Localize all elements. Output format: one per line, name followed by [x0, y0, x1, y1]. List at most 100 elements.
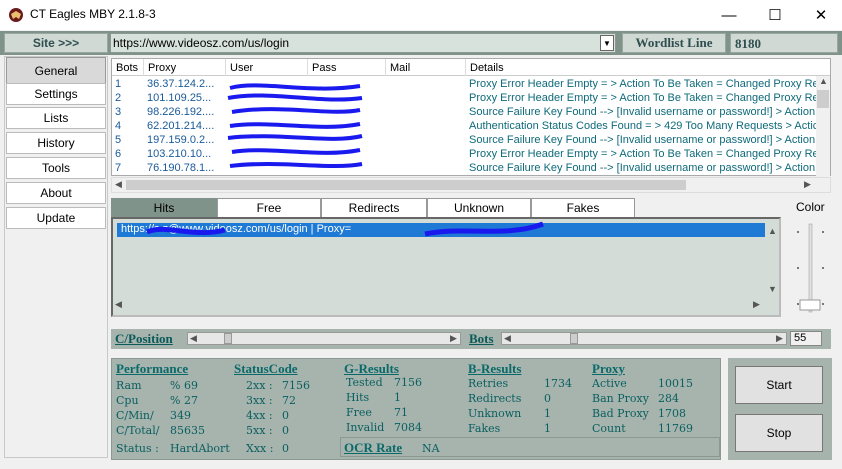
color-label: Color	[796, 200, 825, 214]
col-mail[interactable]: Mail	[386, 59, 466, 76]
c-position-label: C/Position	[115, 331, 173, 346]
details-cell: Source Failure Key Found --> [Invalid us…	[469, 106, 818, 118]
sidebar-item-settings[interactable]: Settings	[6, 83, 106, 105]
cmin-value: 349	[170, 409, 191, 422]
col-pass[interactable]: Pass	[308, 59, 386, 76]
site-url-combobox[interactable]: https://www.videosz.com/us/login	[110, 33, 616, 53]
scroll-down-icon[interactable]: ▼	[768, 284, 777, 294]
tab-fakes[interactable]: Fakes	[531, 198, 635, 218]
bots-table[interactable]: Bots Proxy User Pass Mail Details 1 36.37…	[111, 58, 831, 176]
pass-cell	[308, 106, 386, 120]
hit-row[interactable]: https://s z@www.videosz.com/us/login | P…	[117, 223, 765, 237]
sidebar-item-lists[interactable]: Lists	[6, 107, 106, 129]
start-button[interactable]: Start	[735, 366, 823, 404]
redirects-value: 0	[544, 392, 551, 405]
hits-label: Hits	[346, 391, 370, 404]
pass-cell	[308, 148, 386, 162]
details-cell: Source Failure Key Found --> [Invalid us…	[469, 162, 818, 174]
mail-cell	[386, 78, 466, 92]
sidebar-item-history[interactable]: History	[6, 132, 106, 154]
pass-cell	[308, 92, 386, 106]
col-details[interactable]: Details	[466, 59, 830, 76]
sidebar-item-update[interactable]: Update	[6, 207, 106, 229]
count-value: 11769	[658, 422, 693, 435]
pass-cell	[308, 120, 386, 134]
table-horizontal-scrollbar[interactable]: ◀ ▶	[111, 177, 831, 193]
minimize-button[interactable]: —	[706, 0, 752, 30]
scroll-right-icon[interactable]: ▶	[753, 299, 760, 310]
proxy-cell: 62.201.214....	[147, 120, 215, 132]
unknown-value: 1	[544, 407, 551, 420]
sidebar-item-tools[interactable]: Tools	[6, 157, 106, 179]
close-button[interactable]: ✕	[798, 0, 842, 30]
retries-value: 1734	[544, 377, 572, 390]
invalid-value: 7084	[394, 421, 422, 434]
pass-cell	[308, 134, 386, 148]
tab-redirects[interactable]: Redirects	[321, 198, 427, 218]
ram-label: Ram	[116, 379, 142, 392]
table-row[interactable]: 6 103.210.10... Proxy Error Header Empty =…	[112, 148, 818, 162]
sidebar-item-about[interactable]: About	[6, 182, 106, 204]
tab-unknown[interactable]: Unknown	[427, 198, 531, 218]
pass-cell	[308, 162, 386, 175]
col-bots[interactable]: Bots	[112, 59, 144, 76]
bot-cell: 4	[115, 120, 122, 132]
scroll-right-icon[interactable]: ▶	[804, 179, 811, 190]
count-label: Count	[592, 422, 626, 435]
code-4xx-value: 0	[282, 409, 289, 422]
sidebar-item-general[interactable]: General	[6, 57, 106, 85]
status-value: HardAbort	[170, 442, 230, 455]
col-user[interactable]: User	[226, 59, 308, 76]
code-5xx-value: 0	[282, 424, 289, 437]
table-row[interactable]: 4 62.201.214.... Authentication Status Cod…	[112, 120, 818, 134]
bot-cell: 7	[115, 162, 122, 174]
sidebar: General Settings Lists History Tools Abo…	[4, 56, 108, 458]
scroll-thumb[interactable]	[817, 90, 829, 108]
hits-vertical-scrollbar[interactable]: ▲ ▼	[765, 220, 781, 315]
status-label: Status :	[116, 442, 159, 455]
table-row[interactable]: 7 76.190.78.1... Source Failure Key Found …	[112, 162, 818, 175]
color-slider[interactable]	[792, 216, 826, 320]
free-value: 71	[394, 406, 408, 419]
scroll-thumb[interactable]	[126, 180, 686, 190]
scroll-left-icon[interactable]: ◀	[115, 299, 122, 310]
title-bar: CT Eagles MBY 2.1.8-3 — ☐ ✕	[0, 0, 842, 30]
hits-horizontal-scrollbar[interactable]: ◀ ▶	[113, 299, 765, 314]
col-proxy[interactable]: Proxy	[144, 59, 226, 76]
tested-value: 7156	[394, 376, 422, 389]
active-value: 10015	[658, 377, 693, 390]
bots-label: Bots	[469, 331, 494, 346]
code-3xx-value: 72	[282, 394, 296, 407]
fakes-label: Fakes	[468, 422, 501, 435]
mail-cell	[386, 134, 466, 148]
table-row[interactable]: 5 197.159.0.2... Source Failure Key Found …	[112, 134, 818, 148]
table-row[interactable]: 1 36.37.124.2... Proxy Error Header Empty …	[112, 78, 818, 92]
details-cell: Proxy Error Header Empty = > Action To B…	[469, 92, 818, 104]
bot-cell: 2	[115, 92, 122, 104]
bots-count-field[interactable]: 55	[790, 331, 822, 346]
scroll-up-icon[interactable]: ▲	[819, 76, 828, 86]
maximize-button[interactable]: ☐	[752, 0, 798, 30]
c-position-slider[interactable]: ◀ ▶	[187, 332, 461, 345]
mail-cell	[386, 148, 466, 162]
wordlist-line-count: 8180	[730, 33, 838, 53]
ctotal-label: C/Total/	[116, 424, 160, 437]
mail-cell	[386, 120, 466, 134]
code-5xx-label: 5xx :	[246, 424, 273, 437]
scroll-left-icon[interactable]: ◀	[115, 179, 122, 190]
user-cell	[226, 92, 308, 106]
user-cell	[226, 106, 308, 120]
table-row[interactable]: 3 98.226.192.... Source Failure Key Found …	[112, 106, 818, 120]
tab-free[interactable]: Free	[217, 198, 321, 218]
scroll-up-icon[interactable]: ▲	[768, 226, 777, 236]
pass-cell	[308, 78, 386, 92]
table-vertical-scrollbar[interactable]: ▲	[816, 76, 830, 176]
statuscode-header: StatusCode	[234, 361, 298, 376]
bots-slider[interactable]: ◀ ▶	[501, 332, 787, 345]
dropdown-arrow-icon[interactable]: ▼	[600, 35, 614, 51]
table-row[interactable]: 2 101.109.25... Proxy Error Header Empty =…	[112, 92, 818, 106]
tab-hits[interactable]: Hits	[111, 198, 217, 218]
stop-button[interactable]: Stop	[735, 414, 823, 452]
bot-cell: 6	[115, 148, 122, 160]
invalid-label: Invalid	[346, 421, 385, 434]
